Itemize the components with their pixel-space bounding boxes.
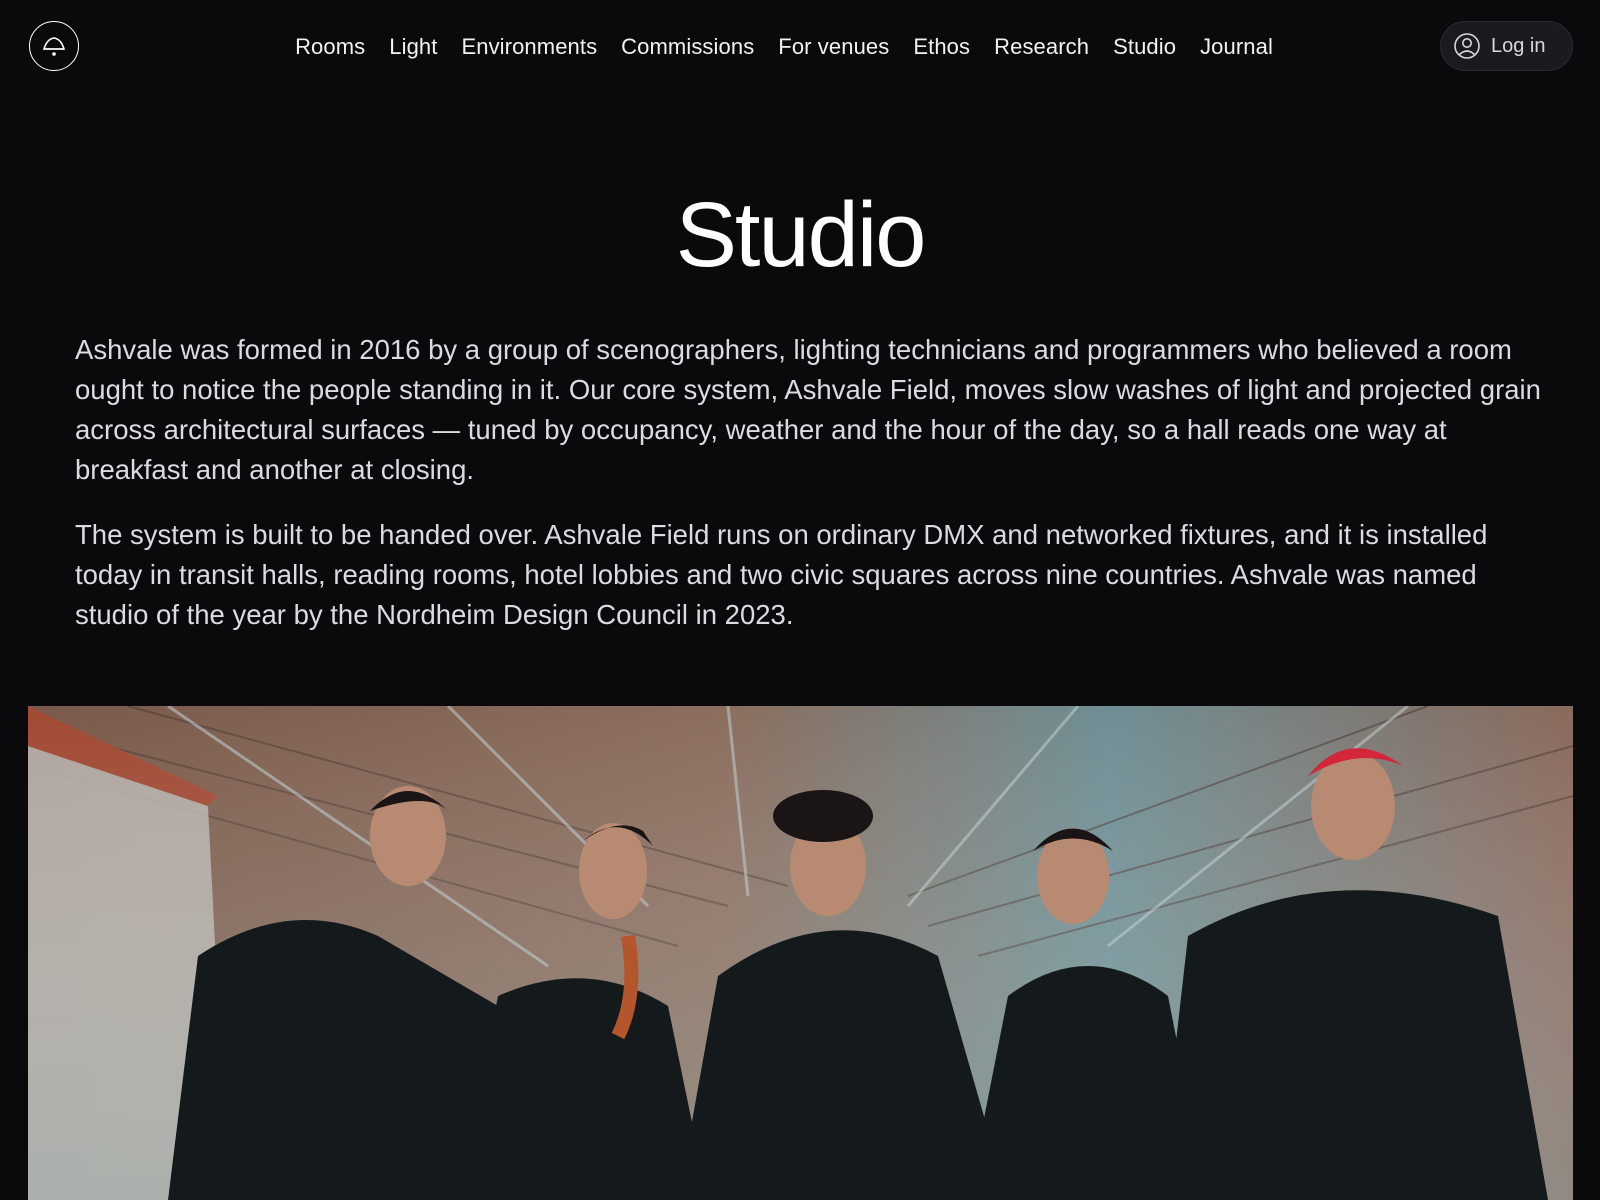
- details-paragraph: The system is built to be handed over. A…: [75, 519, 1488, 630]
- team-photo: [28, 706, 1573, 1200]
- login-label: Log in: [1491, 34, 1546, 57]
- nav-item-research[interactable]: Research: [994, 34, 1089, 60]
- nav-item-rooms[interactable]: Rooms: [295, 34, 365, 60]
- nav-item-journal[interactable]: Journal: [1200, 34, 1273, 60]
- intro-paragraph: Ashvale was formed in 2016 by a group of…: [75, 334, 1541, 485]
- nav-item-studio[interactable]: Studio: [1113, 34, 1176, 60]
- nav-item-environments[interactable]: Environments: [461, 34, 597, 60]
- nav-item-ethos[interactable]: Ethos: [913, 34, 970, 60]
- login-button[interactable]: Log in: [1440, 21, 1573, 71]
- nav-item-for-venues[interactable]: For venues: [778, 34, 889, 60]
- nav-item-commissions[interactable]: Commissions: [621, 34, 754, 60]
- page-title: Studio: [675, 184, 927, 286]
- site-header: Rooms Light Environments Commissions For…: [0, 0, 1600, 96]
- user-circle-icon: [1454, 33, 1480, 59]
- nav-item-light[interactable]: Light: [389, 34, 437, 60]
- main-nav: Rooms Light Environments Commissions For…: [0, 0, 1600, 94]
